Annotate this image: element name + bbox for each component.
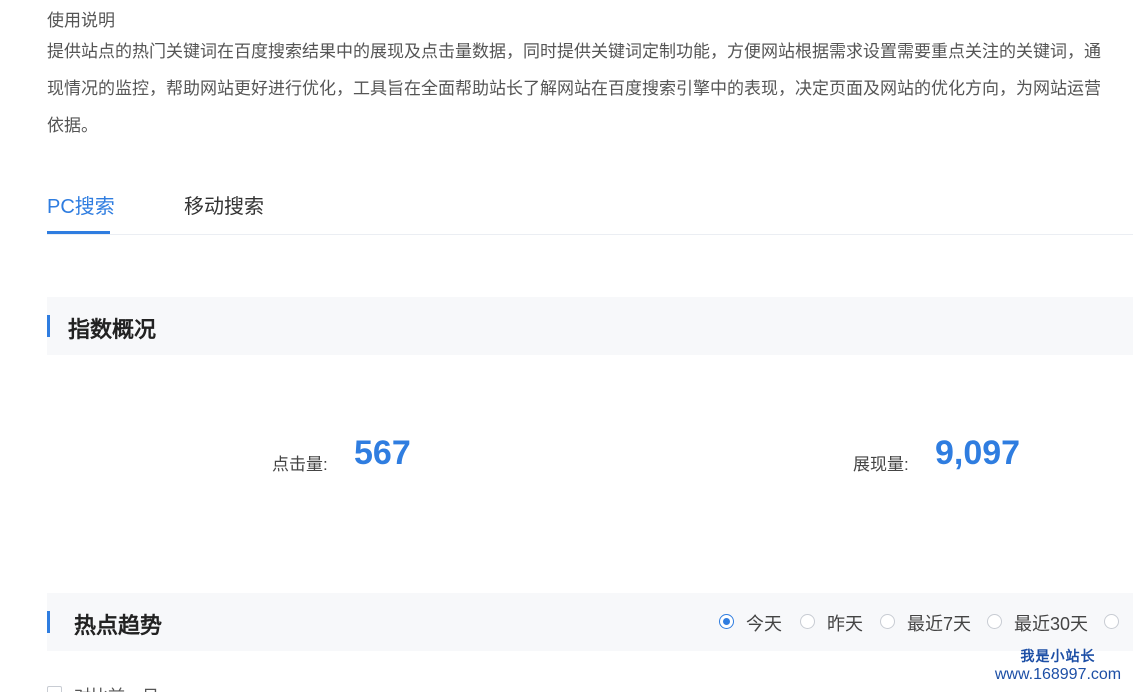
range-label: 最近7天 bbox=[907, 614, 972, 634]
checkbox-icon[interactable] bbox=[47, 686, 62, 692]
usage-title: 使用说明 bbox=[47, 11, 115, 30]
clicks-value: 567 bbox=[354, 434, 411, 472]
range-label: 最近30天 bbox=[1014, 614, 1089, 634]
search-type-tabs: PC搜索 移动搜索 bbox=[47, 170, 1133, 235]
usage-line: 现情况的监控，帮助网站更好进行优化，工具旨在全面帮助站长了解网站在百度搜索引擎中… bbox=[47, 79, 1101, 98]
usage-line: 提供站点的热门关键词在百度搜索结果中的展现及点击量数据，同时提供关键词定制功能，… bbox=[47, 42, 1101, 61]
watermark-title: 我是小站长 bbox=[1020, 649, 1096, 665]
radio-icon[interactable] bbox=[800, 614, 815, 629]
impressions-label: 展现量: bbox=[853, 455, 909, 474]
tab-mobile-search[interactable]: 移动搜索 bbox=[184, 190, 264, 219]
impressions-value: 9,097 bbox=[935, 434, 1021, 472]
radio-icon[interactable] bbox=[880, 614, 895, 629]
radio-checked-icon[interactable] bbox=[719, 614, 734, 629]
compare-label: 对比前一日 bbox=[74, 682, 159, 692]
section-accent bbox=[47, 315, 50, 337]
radio-icon[interactable] bbox=[987, 614, 1002, 629]
watermark: 我是小站长 www.168997.com bbox=[983, 646, 1133, 684]
tab-pc-search[interactable]: PC搜索 bbox=[47, 190, 115, 219]
trend-title: 热点趋势 bbox=[74, 613, 163, 638]
active-tab-indicator bbox=[47, 231, 110, 234]
clicks-label: 点击量: bbox=[272, 455, 328, 474]
page: 使用说明 提供站点的热门关键词在百度搜索结果中的展现及点击量数据，同时提供关键词… bbox=[0, 0, 1133, 692]
range-label: 昨天 bbox=[827, 614, 863, 634]
radio-icon[interactable] bbox=[1104, 614, 1119, 629]
trend-section-header: 热点趋势 今天 昨天 最近7天 最近30天 bbox=[47, 593, 1133, 651]
section-accent bbox=[47, 611, 50, 633]
usage-line: 依据。 bbox=[47, 116, 98, 135]
overview-title: 指数概况 bbox=[68, 317, 157, 342]
usage-description: 提供站点的热门关键词在百度搜索结果中的展现及点击量数据，同时提供关键词定制功能，… bbox=[47, 33, 1133, 144]
watermark-url: www.168997.com bbox=[994, 666, 1122, 683]
range-label: 今天 bbox=[746, 614, 782, 634]
overview-section-header: 指数概况 bbox=[47, 297, 1133, 355]
